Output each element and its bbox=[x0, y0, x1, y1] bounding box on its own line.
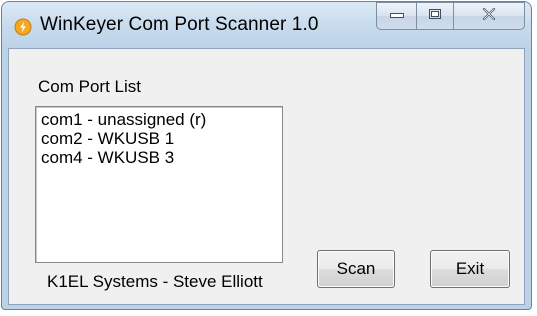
list-item[interactable]: com4 - WKUSB 3 bbox=[41, 148, 282, 167]
close-button[interactable] bbox=[453, 2, 525, 30]
close-icon bbox=[481, 7, 497, 25]
minimize-icon bbox=[389, 7, 405, 25]
exit-button[interactable]: Exit bbox=[430, 250, 510, 288]
com-port-listbox[interactable]: com1 - unassigned (r) com2 - WKUSB 1 com… bbox=[35, 106, 283, 263]
app-icon bbox=[14, 18, 32, 36]
maximize-icon bbox=[428, 7, 442, 25]
minimize-button[interactable] bbox=[376, 2, 416, 30]
com-port-list-label: Com Port List bbox=[38, 77, 141, 96]
window-title: WinKeyer Com Port Scanner 1.0 bbox=[40, 14, 319, 35]
maximize-button[interactable] bbox=[416, 2, 453, 30]
scan-button[interactable]: Scan bbox=[317, 250, 395, 288]
list-item[interactable]: com1 - unassigned (r) bbox=[41, 110, 282, 129]
list-item[interactable]: com2 - WKUSB 1 bbox=[41, 129, 282, 148]
credit-label: K1EL Systems - Steve Elliott bbox=[47, 272, 263, 291]
title-bar[interactable]: WinKeyer Com Port Scanner 1.0 bbox=[2, 2, 531, 48]
